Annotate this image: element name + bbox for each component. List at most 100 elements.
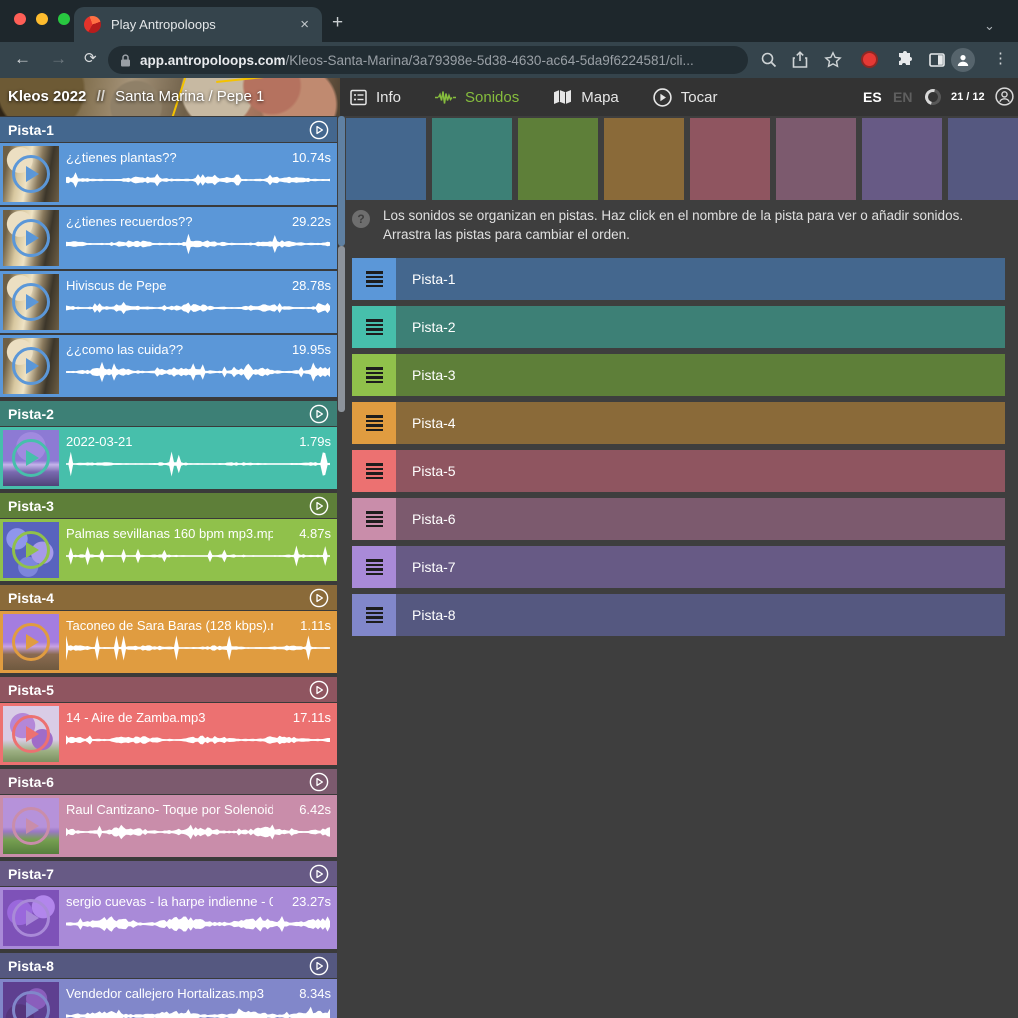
clip-card[interactable]: 2022-03-211.79s xyxy=(0,427,337,489)
track-row-body[interactable]: Pista-1 xyxy=(396,258,1005,300)
clip-card[interactable]: ¿¿como las cuida??19.95s xyxy=(0,335,337,397)
track-play-button[interactable] xyxy=(309,772,329,792)
drag-handle[interactable] xyxy=(352,594,396,636)
new-tab-button[interactable]: + xyxy=(332,13,343,32)
track-play-button[interactable] xyxy=(309,404,329,424)
clip-thumbnail[interactable] xyxy=(3,982,59,1018)
track-play-button[interactable] xyxy=(309,588,329,608)
back-button[interactable]: ← xyxy=(14,49,31,69)
track-header-pista-5[interactable]: Pista-5 xyxy=(0,677,337,702)
extensions-puzzle-icon[interactable] xyxy=(896,51,914,69)
browser-tab[interactable]: Play Antropoloops × xyxy=(74,7,322,42)
track-play-button[interactable] xyxy=(309,496,329,516)
clip-card[interactable]: Palmas sevillanas 160 bpm mp3.mp34.87s xyxy=(0,519,337,581)
clip-thumbnail[interactable] xyxy=(3,210,59,266)
nav-item-info[interactable]: Info xyxy=(350,89,401,106)
track-row-body[interactable]: Pista-8 xyxy=(396,594,1005,636)
clip-card[interactable]: ¿¿tienes recuerdos??29.22s xyxy=(0,207,337,269)
clip-thumbnail[interactable] xyxy=(3,430,59,486)
clip-card[interactable]: Raul Cantizano- Toque por Solenoide.mp36… xyxy=(0,795,337,857)
track-row-body[interactable]: Pista-5 xyxy=(396,450,1005,492)
clip-card[interactable]: Taconeo de Sara Baras (128 kbps).mp31.11… xyxy=(0,611,337,673)
track-play-button[interactable] xyxy=(309,120,329,140)
track-row-pista-3[interactable]: Pista-3 xyxy=(352,354,1005,396)
track-row-body[interactable]: Pista-4 xyxy=(396,402,1005,444)
track-row-pista-5[interactable]: Pista-5 xyxy=(352,450,1005,492)
track-row-pista-2[interactable]: Pista-2 xyxy=(352,306,1005,348)
bookmark-star-icon[interactable] xyxy=(824,51,842,69)
clip-play-button[interactable] xyxy=(12,899,50,937)
drag-handle[interactable] xyxy=(352,354,396,396)
nav-item-mapa[interactable]: Mapa xyxy=(553,89,619,106)
sidebar-scrollbar-track[interactable] xyxy=(338,246,345,412)
clip-card[interactable]: 14 - Aire de Zamba.mp317.11s xyxy=(0,703,337,765)
clip-thumbnail[interactable] xyxy=(3,798,59,854)
track-row-body[interactable]: Pista-6 xyxy=(396,498,1005,540)
clip-card[interactable]: Vendedor callejero Hortalizas.mp38.34s xyxy=(0,979,337,1018)
clip-play-button[interactable] xyxy=(12,623,50,661)
window-close-button[interactable] xyxy=(14,13,26,25)
track-swatch-pista-1[interactable] xyxy=(346,118,426,200)
track-row-pista-6[interactable]: Pista-6 xyxy=(352,498,1005,540)
address-bar[interactable]: app.antropoloops.com/Kleos-Santa-Marina/… xyxy=(108,46,748,74)
clip-thumbnail[interactable] xyxy=(3,146,59,202)
drag-handle[interactable] xyxy=(352,450,396,492)
nav-item-tocar[interactable]: Tocar xyxy=(653,88,718,107)
side-panel-icon[interactable] xyxy=(928,51,946,69)
track-row-body[interactable]: Pista-3 xyxy=(396,354,1005,396)
account-button[interactable] xyxy=(995,87,1014,106)
track-header-pista-8[interactable]: Pista-8 xyxy=(0,953,337,978)
clip-card[interactable]: Hiviscus de Pepe28.78s xyxy=(0,271,337,333)
clip-play-button[interactable] xyxy=(12,219,50,257)
track-row-body[interactable]: Pista-2 xyxy=(396,306,1005,348)
browser-menu-kebab-icon[interactable]: ⋮ xyxy=(993,49,1008,67)
track-header-pista-4[interactable]: Pista-4 xyxy=(0,585,337,610)
clip-card[interactable]: sergio cuevas - la harpe indienne - 03 -… xyxy=(0,887,337,949)
track-swatch-pista-2[interactable] xyxy=(432,118,512,200)
clip-play-button[interactable] xyxy=(12,991,50,1018)
track-swatch-pista-3[interactable] xyxy=(518,118,598,200)
clip-thumbnail[interactable] xyxy=(3,614,59,670)
clip-play-button[interactable] xyxy=(12,283,50,321)
share-icon[interactable] xyxy=(791,51,809,69)
track-row-pista-8[interactable]: Pista-8 xyxy=(352,594,1005,636)
tab-search-chevron-icon[interactable]: ⌄ xyxy=(984,18,995,34)
sidebar-scrollbar-thumb[interactable] xyxy=(338,116,345,246)
clip-play-button[interactable] xyxy=(12,439,50,477)
nav-item-sonidos[interactable]: Sonidos xyxy=(435,89,519,106)
clip-play-button[interactable] xyxy=(12,347,50,385)
clip-play-button[interactable] xyxy=(12,807,50,845)
track-swatch-pista-8[interactable] xyxy=(948,118,1018,200)
clip-thumbnail[interactable] xyxy=(3,522,59,578)
track-row-body[interactable]: Pista-7 xyxy=(396,546,1005,588)
track-swatch-pista-5[interactable] xyxy=(690,118,770,200)
track-row-pista-7[interactable]: Pista-7 xyxy=(352,546,1005,588)
clip-thumbnail[interactable] xyxy=(3,706,59,762)
browser-profile-avatar[interactable] xyxy=(951,48,975,72)
recorder-extension-icon[interactable] xyxy=(861,51,878,68)
track-header-pista-1[interactable]: Pista-1 xyxy=(0,117,337,142)
clip-thumbnail[interactable] xyxy=(3,338,59,394)
drag-handle[interactable] xyxy=(352,306,396,348)
drag-handle[interactable] xyxy=(352,258,396,300)
clip-play-button[interactable] xyxy=(12,715,50,753)
tab-close-icon[interactable]: × xyxy=(297,16,312,33)
lang-es-button[interactable]: ES xyxy=(863,78,882,116)
track-play-button[interactable] xyxy=(309,680,329,700)
track-row-pista-4[interactable]: Pista-4 xyxy=(352,402,1005,444)
forward-button[interactable]: → xyxy=(50,49,67,69)
track-header-pista-6[interactable]: Pista-6 xyxy=(0,769,337,794)
track-play-button[interactable] xyxy=(309,864,329,884)
clip-thumbnail[interactable] xyxy=(3,274,59,330)
track-play-button[interactable] xyxy=(309,956,329,976)
drag-handle[interactable] xyxy=(352,546,396,588)
track-header-pista-3[interactable]: Pista-3 xyxy=(0,493,337,518)
clip-thumbnail[interactable] xyxy=(3,890,59,946)
clip-card[interactable]: ¿¿tienes plantas??10.74s xyxy=(0,143,337,205)
track-header-pista-7[interactable]: Pista-7 xyxy=(0,861,337,886)
lang-en-button[interactable]: EN xyxy=(893,78,912,116)
reload-button[interactable]: ⟳ xyxy=(84,49,97,67)
track-swatch-pista-4[interactable] xyxy=(604,118,684,200)
clip-play-button[interactable] xyxy=(12,155,50,193)
zoom-page-icon[interactable] xyxy=(760,51,778,69)
